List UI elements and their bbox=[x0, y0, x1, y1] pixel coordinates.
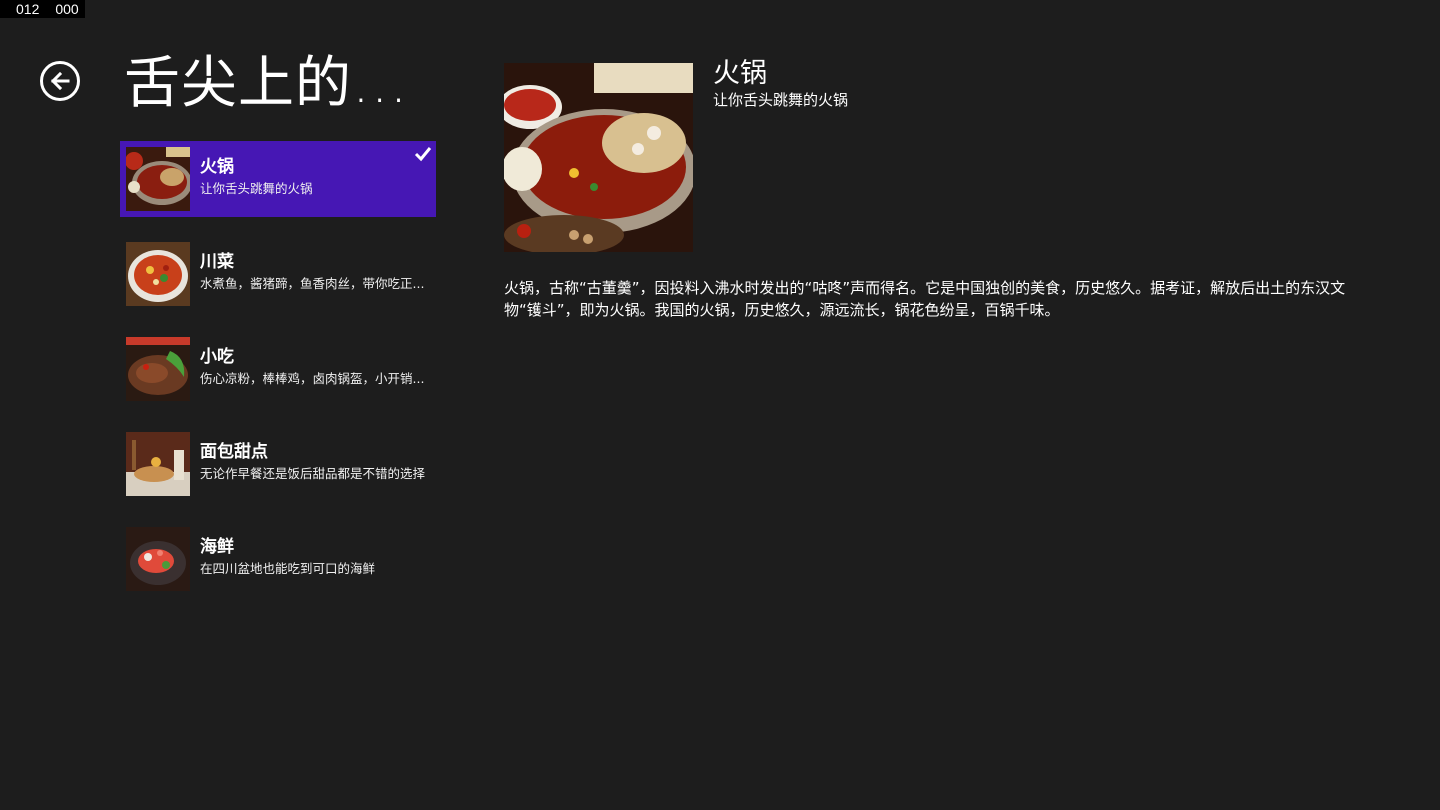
category-subtitle: 在四川盆地也能吃到可口的海鲜 bbox=[200, 561, 376, 576]
detail-title: 火锅 bbox=[713, 58, 767, 89]
category-title: 面包甜点 bbox=[200, 442, 268, 462]
frame-counter-right: 000 bbox=[55, 1, 79, 17]
category-subtitle: 水煮鱼，酱猪蹄，鱼香肉丝，带你吃正... bbox=[200, 276, 425, 291]
detail-subtitle: 让你舌头跳舞的火锅 bbox=[713, 91, 849, 109]
category-subtitle: 让你舌头跳舞的火锅 bbox=[200, 181, 313, 196]
page-title: 舌尖上的... bbox=[124, 51, 409, 116]
category-item-snacks[interactable]: 小吃 伤心凉粉，棒棒鸡，卤肉锅盔，小开销... bbox=[120, 331, 436, 407]
category-subtitle: 伤心凉粉，棒棒鸡，卤肉锅盔，小开销... bbox=[200, 371, 425, 386]
frame-counter-left: 012 bbox=[16, 1, 40, 17]
category-title: 海鲜 bbox=[200, 537, 234, 557]
category-list: 火锅 让你舌头跳舞的火锅 川菜 水煮鱼，酱猪蹄，鱼香肉丝，带你吃正... 小吃 … bbox=[120, 141, 436, 616]
category-item-bakery[interactable]: 面包甜点 无论作早餐还是饭后甜品都是不错的选择 bbox=[120, 426, 436, 502]
category-subtitle: 无论作早餐还是饭后甜品都是不错的选择 bbox=[200, 466, 426, 481]
category-item-seafood[interactable]: 海鲜 在四川盆地也能吃到可口的海鲜 bbox=[120, 521, 436, 597]
hotpot-thumbnail bbox=[126, 147, 190, 211]
bakery-thumbnail bbox=[126, 432, 190, 496]
checkmark-icon bbox=[414, 147, 432, 162]
snacks-thumbnail bbox=[126, 337, 190, 401]
category-title: 小吃 bbox=[200, 347, 234, 367]
sichuan-thumbnail bbox=[126, 242, 190, 306]
category-title: 川菜 bbox=[200, 252, 234, 272]
back-arrow-icon bbox=[50, 71, 70, 91]
category-item-sichuan[interactable]: 川菜 水煮鱼，酱猪蹄，鱼香肉丝，带你吃正... bbox=[120, 236, 436, 312]
detail-description: 火锅，古称“古董羹”，因投料入沸水时发出的“咕咚”声而得名。它是中国独创的美食，… bbox=[504, 279, 1346, 319]
seafood-thumbnail bbox=[126, 527, 190, 591]
category-title: 火锅 bbox=[200, 157, 234, 177]
detail-image bbox=[504, 63, 693, 252]
back-button[interactable] bbox=[40, 61, 80, 101]
category-item-hotpot[interactable]: 火锅 让你舌头跳舞的火锅 bbox=[120, 141, 436, 217]
frame-counter: 012 000 bbox=[0, 0, 85, 18]
